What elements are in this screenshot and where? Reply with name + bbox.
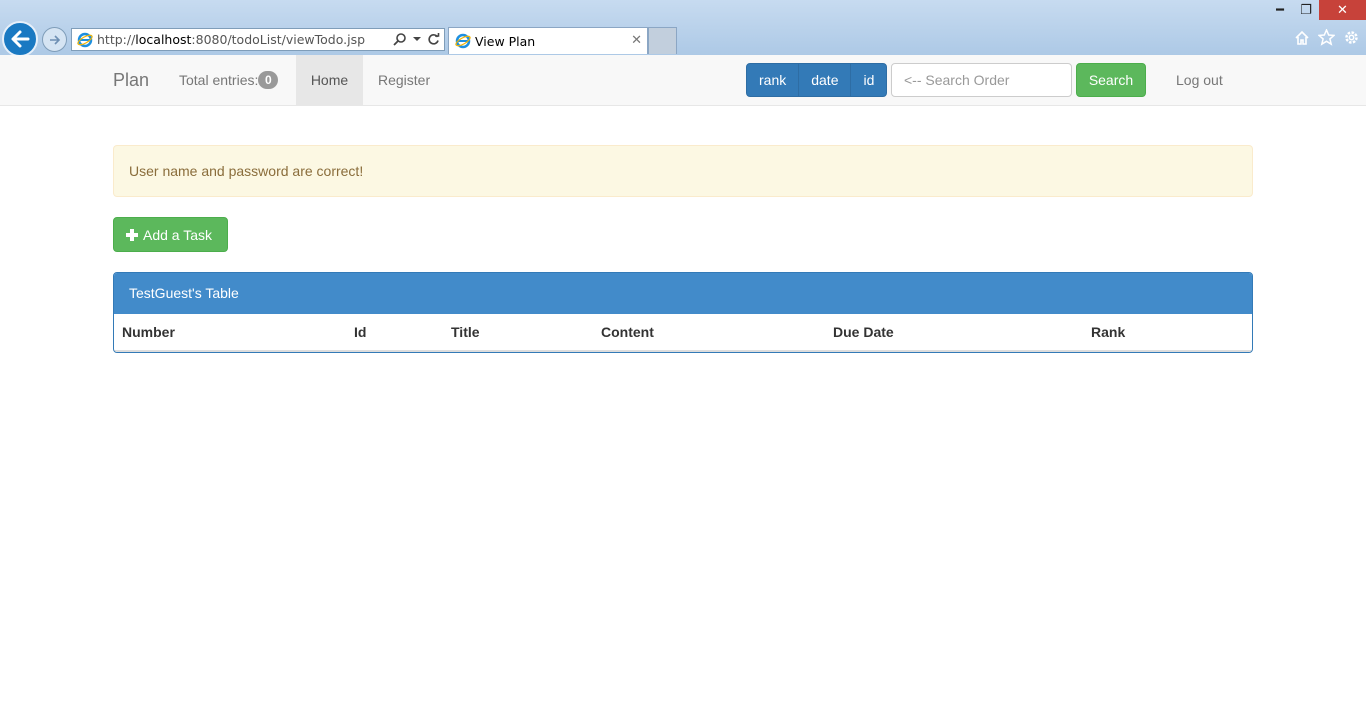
ie-page-icon bbox=[77, 32, 93, 47]
refresh-icon[interactable] bbox=[427, 32, 440, 46]
close-window-icon[interactable]: ✕ bbox=[1319, 0, 1366, 20]
minimize-icon[interactable]: ━ bbox=[1267, 0, 1293, 20]
arrow-left-icon bbox=[11, 30, 30, 48]
sort-rank-button[interactable]: rank bbox=[746, 63, 800, 97]
column-number: Number bbox=[122, 324, 175, 340]
sort-id-button[interactable]: id bbox=[850, 63, 888, 97]
back-button[interactable] bbox=[2, 21, 38, 57]
forward-button[interactable] bbox=[42, 27, 67, 52]
navbar: Plan Total entries: 0 Home Register rank … bbox=[0, 55, 1366, 106]
chevron-down-icon[interactable] bbox=[413, 35, 421, 43]
sort-button-group: rank date id bbox=[746, 63, 888, 97]
logout-link[interactable]: Log out bbox=[1161, 55, 1238, 105]
column-id: Id bbox=[354, 324, 367, 340]
plus-icon bbox=[126, 228, 138, 241]
browser-chrome: ━ ❐ ✕ http://localhost:8080/todoList/vie… bbox=[0, 0, 1366, 57]
window-controls: ━ ❐ ✕ bbox=[1267, 0, 1366, 20]
brand[interactable]: Plan bbox=[113, 70, 149, 91]
table-title: TestGuest's Table bbox=[114, 273, 1252, 314]
favorites-star-icon[interactable] bbox=[1318, 29, 1335, 46]
search-icon[interactable] bbox=[393, 32, 407, 46]
new-tab-button[interactable] bbox=[648, 27, 677, 54]
address-url: http://localhost:8080/todoList/viewTodo.… bbox=[97, 32, 366, 47]
arrow-right-icon bbox=[49, 34, 60, 45]
sort-date-button[interactable]: date bbox=[798, 63, 852, 97]
column-rank: Rank bbox=[1091, 324, 1126, 340]
tab-close-icon[interactable]: ✕ bbox=[631, 33, 642, 48]
home-icon[interactable] bbox=[1294, 30, 1310, 46]
browser-tools bbox=[1294, 29, 1360, 46]
nav-register[interactable]: Register bbox=[363, 55, 445, 105]
search-order-input[interactable] bbox=[891, 63, 1072, 97]
task-table-header: Number Id Title Content Due Date Rank bbox=[114, 314, 1252, 352]
gear-icon[interactable] bbox=[1343, 29, 1360, 46]
task-table-panel: TestGuest's Table Number Id Title Conten… bbox=[113, 272, 1253, 353]
restore-icon[interactable]: ❐ bbox=[1293, 0, 1319, 20]
column-title: Title bbox=[451, 324, 480, 340]
address-bar[interactable]: http://localhost:8080/todoList/viewTodo.… bbox=[71, 28, 445, 51]
tab-title: View Plan bbox=[475, 33, 536, 49]
total-entries-label: Total entries: bbox=[179, 72, 259, 88]
total-entries[interactable]: Total entries: 0 bbox=[164, 55, 293, 105]
address-tools bbox=[393, 32, 440, 46]
search-button[interactable]: Search bbox=[1076, 63, 1146, 97]
add-task-label: Add a Task bbox=[143, 226, 213, 243]
nav-home[interactable]: Home bbox=[296, 55, 363, 105]
ie-tab-icon bbox=[455, 33, 471, 49]
add-task-button[interactable]: Add a Task bbox=[113, 217, 228, 252]
total-entries-badge: 0 bbox=[258, 71, 279, 90]
browser-tab[interactable]: View Plan ✕ bbox=[448, 27, 648, 54]
login-alert: User name and password are correct! bbox=[113, 145, 1253, 197]
column-content: Content bbox=[601, 324, 654, 340]
column-due-date: Due Date bbox=[833, 324, 894, 340]
